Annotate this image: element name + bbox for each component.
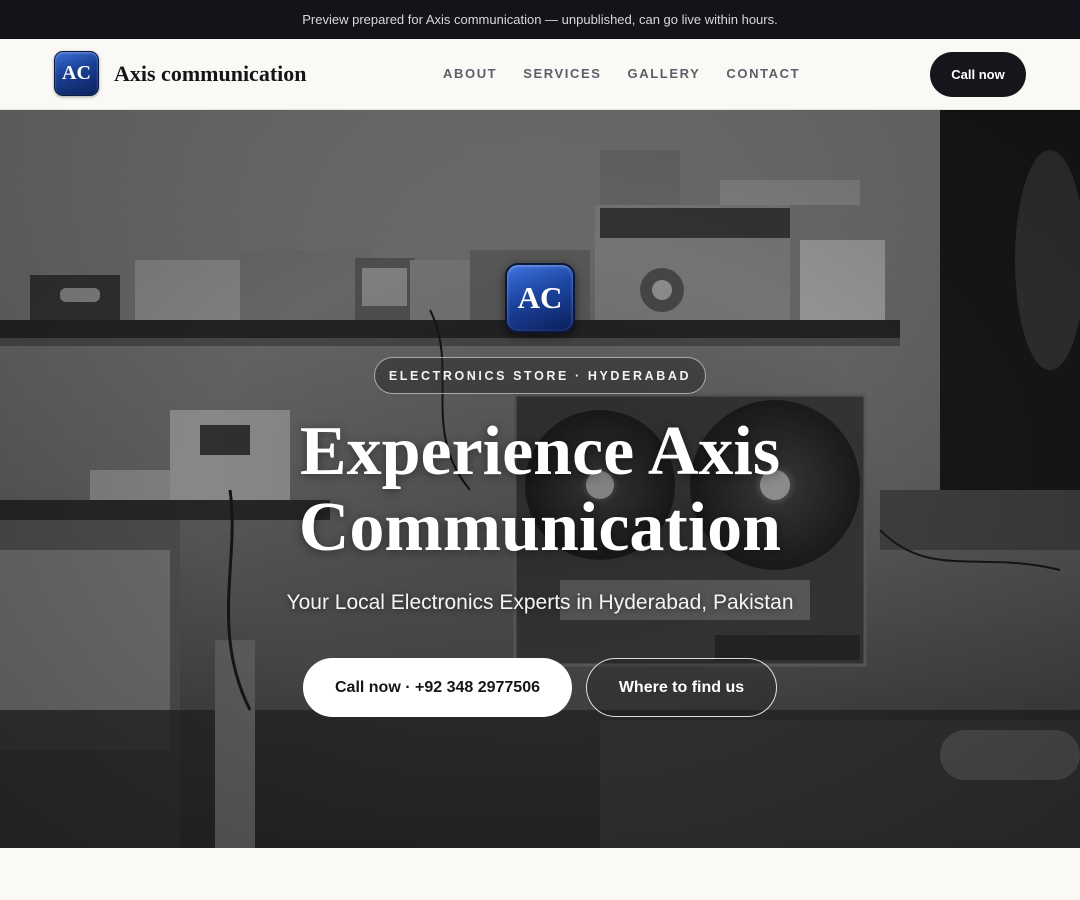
hero-title-line-2: Communication [298,489,782,566]
brand-logo-icon: AC [54,51,99,96]
hero-subtitle: Your Local Electronics Experts in Hydera… [286,591,794,614]
nav-link-gallery[interactable]: GALLERY [628,66,701,81]
brand-name: Axis communication [114,60,307,86]
hero-logo-icon: AC [505,263,575,333]
hero-title-line-1: Experience Axis [299,413,781,490]
header-call-button[interactable]: Call now [930,52,1026,97]
next-section [0,848,1080,900]
hero-location-button[interactable]: Where to find us [586,658,777,717]
nav-link-services[interactable]: SERVICES [523,66,601,81]
main-nav: ABOUT SERVICES GALLERY CONTACT [443,66,800,81]
hero-title: Experience Axis Communication [190,414,890,566]
preview-banner: Preview prepared for Axis communication … [0,0,1080,39]
hero-category-tag: ELECTRONICS STORE · HYDERABAD [374,357,706,394]
site-header: AC Axis communication ABOUT SERVICES GAL… [0,39,1080,110]
brand[interactable]: AC Axis communication [54,51,307,96]
nav-link-contact[interactable]: CONTACT [726,66,800,81]
hero-call-button[interactable]: Call now · +92 348 2977506 [303,658,572,717]
preview-banner-text: Preview prepared for Axis communication … [302,12,778,27]
nav-link-about[interactable]: ABOUT [443,66,497,81]
hero-section: AC ELECTRONICS STORE · HYDERABAD Experie… [0,110,1080,848]
